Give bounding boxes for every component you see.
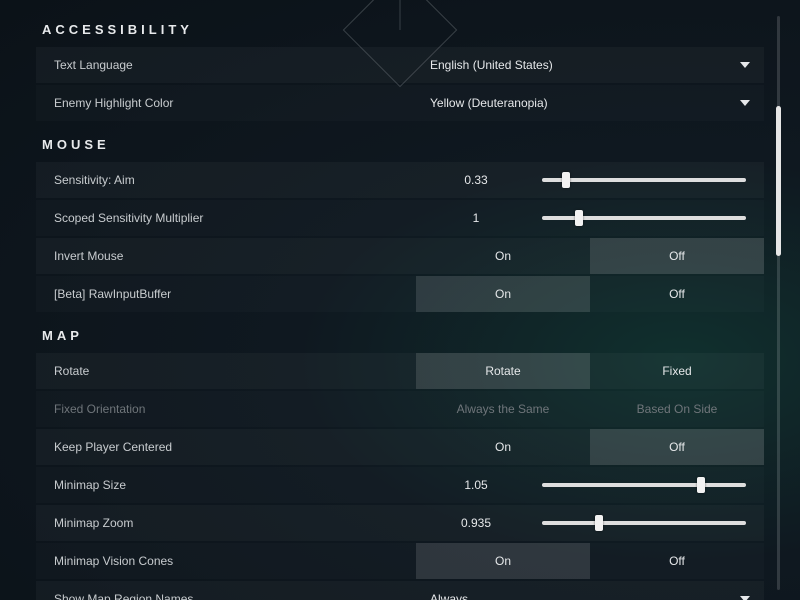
row-invert-mouse: Invert Mouse On Off — [36, 238, 764, 274]
row-rawinputbuffer: [Beta] RawInputBuffer On Off — [36, 276, 764, 312]
value-scoped-sensitivity[interactable]: 1 — [416, 211, 536, 225]
row-rotate: Rotate Rotate Fixed — [36, 353, 764, 389]
row-minimap-zoom: Minimap Zoom 0.935 — [36, 505, 764, 541]
toggle-minimap-vision-cones-on[interactable]: On — [416, 543, 590, 579]
row-text-language: Text Language English (United States) — [36, 47, 764, 83]
section-header-map: MAP — [36, 314, 764, 353]
row-minimap-size: Minimap Size 1.05 — [36, 467, 764, 503]
label-invert-mouse: Invert Mouse — [36, 249, 416, 263]
row-enemy-highlight: Enemy Highlight Color Yellow (Deuteranop… — [36, 85, 764, 121]
label-show-map-region-names: Show Map Region Names — [36, 592, 416, 600]
label-keep-player-centered: Keep Player Centered — [36, 440, 416, 454]
dropdown-text-language[interactable]: English (United States) — [416, 47, 764, 83]
toggle-rawinputbuffer-on[interactable]: On — [416, 276, 590, 312]
slider-sensitivity[interactable] — [542, 178, 746, 182]
value-sensitivity[interactable]: 0.33 — [416, 173, 536, 187]
toggle-keep-player-centered-on[interactable]: On — [416, 429, 590, 465]
scrollbar[interactable] — [777, 16, 780, 590]
toggle-keep-player-centered-off[interactable]: Off — [590, 429, 764, 465]
label-scoped-sensitivity: Scoped Sensitivity Multiplier — [36, 211, 416, 225]
row-show-map-region-names: Show Map Region Names Always — [36, 581, 764, 600]
label-fixed-orientation: Fixed Orientation — [36, 402, 416, 416]
toggle-fixed-orientation-same: Always the Same — [416, 391, 590, 427]
section-header-mouse: MOUSE — [36, 123, 764, 162]
toggle-fixed-orientation: Always the Same Based On Side — [416, 391, 764, 427]
dropdown-value: English (United States) — [430, 58, 553, 72]
toggle-rotate: Rotate Fixed — [416, 353, 764, 389]
row-minimap-vision-cones: Minimap Vision Cones On Off — [36, 543, 764, 579]
toggle-keep-player-centered: On Off — [416, 429, 764, 465]
dropdown-value: Always — [430, 592, 468, 600]
label-minimap-size: Minimap Size — [36, 478, 416, 492]
toggle-invert-mouse-off[interactable]: Off — [590, 238, 764, 274]
dropdown-enemy-highlight[interactable]: Yellow (Deuteranopia) — [416, 85, 764, 121]
section-header-accessibility: ACCESSIBILITY — [36, 8, 764, 47]
label-rawinputbuffer: [Beta] RawInputBuffer — [36, 287, 416, 301]
value-minimap-zoom[interactable]: 0.935 — [416, 516, 536, 530]
row-sensitivity: Sensitivity: Aim 0.33 — [36, 162, 764, 198]
chevron-down-icon — [740, 100, 750, 106]
toggle-rotate-rotate[interactable]: Rotate — [416, 353, 590, 389]
slider-knob[interactable] — [697, 477, 705, 493]
toggle-invert-mouse: On Off — [416, 238, 764, 274]
label-text-language: Text Language — [36, 58, 416, 72]
label-minimap-vision-cones: Minimap Vision Cones — [36, 554, 416, 568]
toggle-rotate-fixed[interactable]: Fixed — [590, 353, 764, 389]
label-minimap-zoom: Minimap Zoom — [36, 516, 416, 530]
chevron-down-icon — [740, 62, 750, 68]
toggle-minimap-vision-cones: On Off — [416, 543, 764, 579]
settings-viewport: ACCESSIBILITY Text Language English (Uni… — [0, 0, 800, 600]
row-fixed-orientation: Fixed Orientation Always the Same Based … — [36, 391, 764, 427]
label-sensitivity: Sensitivity: Aim — [36, 173, 416, 187]
label-enemy-highlight: Enemy Highlight Color — [36, 96, 416, 110]
chevron-down-icon — [740, 596, 750, 600]
slider-knob[interactable] — [575, 210, 583, 226]
slider-minimap-zoom[interactable] — [542, 521, 746, 525]
slider-knob[interactable] — [595, 515, 603, 531]
slider-knob[interactable] — [562, 172, 570, 188]
toggle-rawinputbuffer: On Off — [416, 276, 764, 312]
dropdown-show-map-region-names[interactable]: Always — [416, 581, 764, 600]
slider-scoped-sensitivity[interactable] — [542, 216, 746, 220]
toggle-rawinputbuffer-off[interactable]: Off — [590, 276, 764, 312]
label-rotate: Rotate — [36, 364, 416, 378]
toggle-invert-mouse-on[interactable]: On — [416, 238, 590, 274]
row-scoped-sensitivity: Scoped Sensitivity Multiplier 1 — [36, 200, 764, 236]
row-keep-player-centered: Keep Player Centered On Off — [36, 429, 764, 465]
toggle-fixed-orientation-side: Based On Side — [590, 391, 764, 427]
value-minimap-size[interactable]: 1.05 — [416, 478, 536, 492]
toggle-minimap-vision-cones-off[interactable]: Off — [590, 543, 764, 579]
slider-minimap-size[interactable] — [542, 483, 746, 487]
dropdown-value: Yellow (Deuteranopia) — [430, 96, 548, 110]
scrollbar-thumb[interactable] — [776, 106, 781, 256]
